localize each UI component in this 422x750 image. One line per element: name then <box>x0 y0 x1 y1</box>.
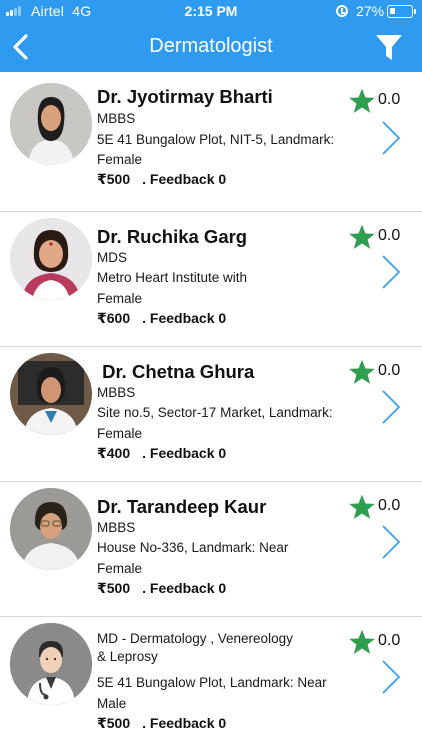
doctor-avatar <box>10 83 92 165</box>
star-icon <box>349 494 375 519</box>
rating-value: 0.0 <box>378 632 401 649</box>
consultation-fee: ₹600 <box>97 310 131 326</box>
alarm-clock-icon <box>336 5 348 17</box>
doctor-address: 5E 41 Bungalow Plot, Landmark: Near <box>97 675 327 690</box>
chevron-right-icon[interactable] <box>380 389 402 425</box>
doctor-name: Dr. Ruchika Garg <box>97 226 248 247</box>
doctor-card[interactable]: Dr. Ruchika Garg MDS Metro Heart Institu… <box>0 212 422 347</box>
doctor-card[interactable]: Dr. Chetna Ghura MBBS Site no.5, Sector-… <box>0 347 422 482</box>
chevron-right-icon[interactable] <box>380 254 402 290</box>
doctor-fee-line: ₹500 . Feedback 0 <box>97 171 226 188</box>
doctor-address: Metro Heart Institute with <box>97 270 248 285</box>
doctor-fee-line: ₹500 . Feedback 0 <box>97 715 226 732</box>
doctor-address: House No-336, Landmark: Near <box>97 540 289 555</box>
battery-level-fill <box>390 8 396 14</box>
doctor-address: 5E 41 Bungalow Plot, NIT-5, Landmark: <box>97 132 335 147</box>
rating-value: 0.0 <box>378 91 401 108</box>
doctor-fee-line: ₹400 . Feedback 0 <box>97 445 226 462</box>
rating-value: 0.0 <box>378 362 401 379</box>
feedback-count: . Feedback 0 <box>142 715 227 731</box>
consultation-fee: ₹400 <box>97 445 131 461</box>
doctor-qualification: MBBS <box>97 111 136 126</box>
doctor-qualification-line2: & Leprosy <box>97 649 158 664</box>
doctor-gender: Female <box>97 291 143 306</box>
feedback-count: . Feedback 0 <box>142 580 227 596</box>
feedback-count: . Feedback 0 <box>142 445 227 461</box>
doctor-avatar <box>10 218 92 300</box>
doctor-qualification: MDS <box>97 250 127 265</box>
chevron-right-icon[interactable] <box>380 659 402 695</box>
doctor-list: Dr. Jyotirmay Bharti MBBS 5E 41 Bungalow… <box>0 72 422 750</box>
doctor-card[interactable]: MD - Dermatology , Venereology & Leprosy… <box>0 617 422 750</box>
battery-percent: 27% <box>356 3 385 19</box>
doctor-name: Dr. Jyotirmay Bharti <box>97 86 273 107</box>
doctor-card[interactable]: Dr. Tarandeep Kaur MBBS House No-336, La… <box>0 482 422 617</box>
app-header: Airtel 4G 2:15 PM 27% Dermatologist <box>0 0 422 72</box>
doctor-gender: Female <box>97 152 143 167</box>
consultation-fee: ₹500 <box>97 715 131 731</box>
rating-value: 0.0 <box>378 497 401 514</box>
doctor-card[interactable]: Dr. Jyotirmay Bharti MBBS 5E 41 Bungalow… <box>0 72 422 212</box>
doctor-gender: Female <box>97 561 143 576</box>
doctor-name: Dr. Tarandeep Kaur <box>97 496 267 517</box>
feedback-count: . Feedback 0 <box>142 171 227 187</box>
doctor-fee-line: ₹500 . Feedback 0 <box>97 580 226 597</box>
doctor-gender: Female <box>97 426 143 441</box>
doctor-name: Dr. Chetna Ghura <box>97 361 255 382</box>
doctor-gender: Male <box>97 696 127 711</box>
rating-value: 0.0 <box>378 227 401 244</box>
star-icon <box>349 224 375 249</box>
star-icon <box>349 629 375 654</box>
star-icon <box>349 359 375 384</box>
doctor-avatar <box>10 488 92 570</box>
page-title: Dermatologist <box>149 35 273 57</box>
status-bar: Airtel 4G 2:15 PM 27% <box>0 0 422 22</box>
doctor-qualification: MBBS <box>97 520 136 535</box>
star-icon <box>349 88 375 113</box>
doctor-qualification: MD - Dermatology , Venereology <box>97 631 293 646</box>
doctor-avatar <box>10 623 92 705</box>
doctor-fee-line: ₹600 . Feedback 0 <box>97 310 226 327</box>
chevron-right-icon[interactable] <box>380 120 402 156</box>
chevron-right-icon[interactable] <box>380 524 402 560</box>
feedback-count: . Feedback 0 <box>142 310 227 326</box>
battery-icon <box>387 5 416 18</box>
doctor-qualification: MBBS <box>97 385 136 400</box>
doctor-address: Site no.5, Sector-17 Market, Landmark: <box>97 405 333 420</box>
consultation-fee: ₹500 <box>97 580 131 596</box>
funnel-icon[interactable] <box>372 30 406 64</box>
consultation-fee: ₹500 <box>97 171 131 187</box>
chevron-left-icon[interactable] <box>6 30 36 64</box>
doctor-avatar <box>10 353 92 435</box>
